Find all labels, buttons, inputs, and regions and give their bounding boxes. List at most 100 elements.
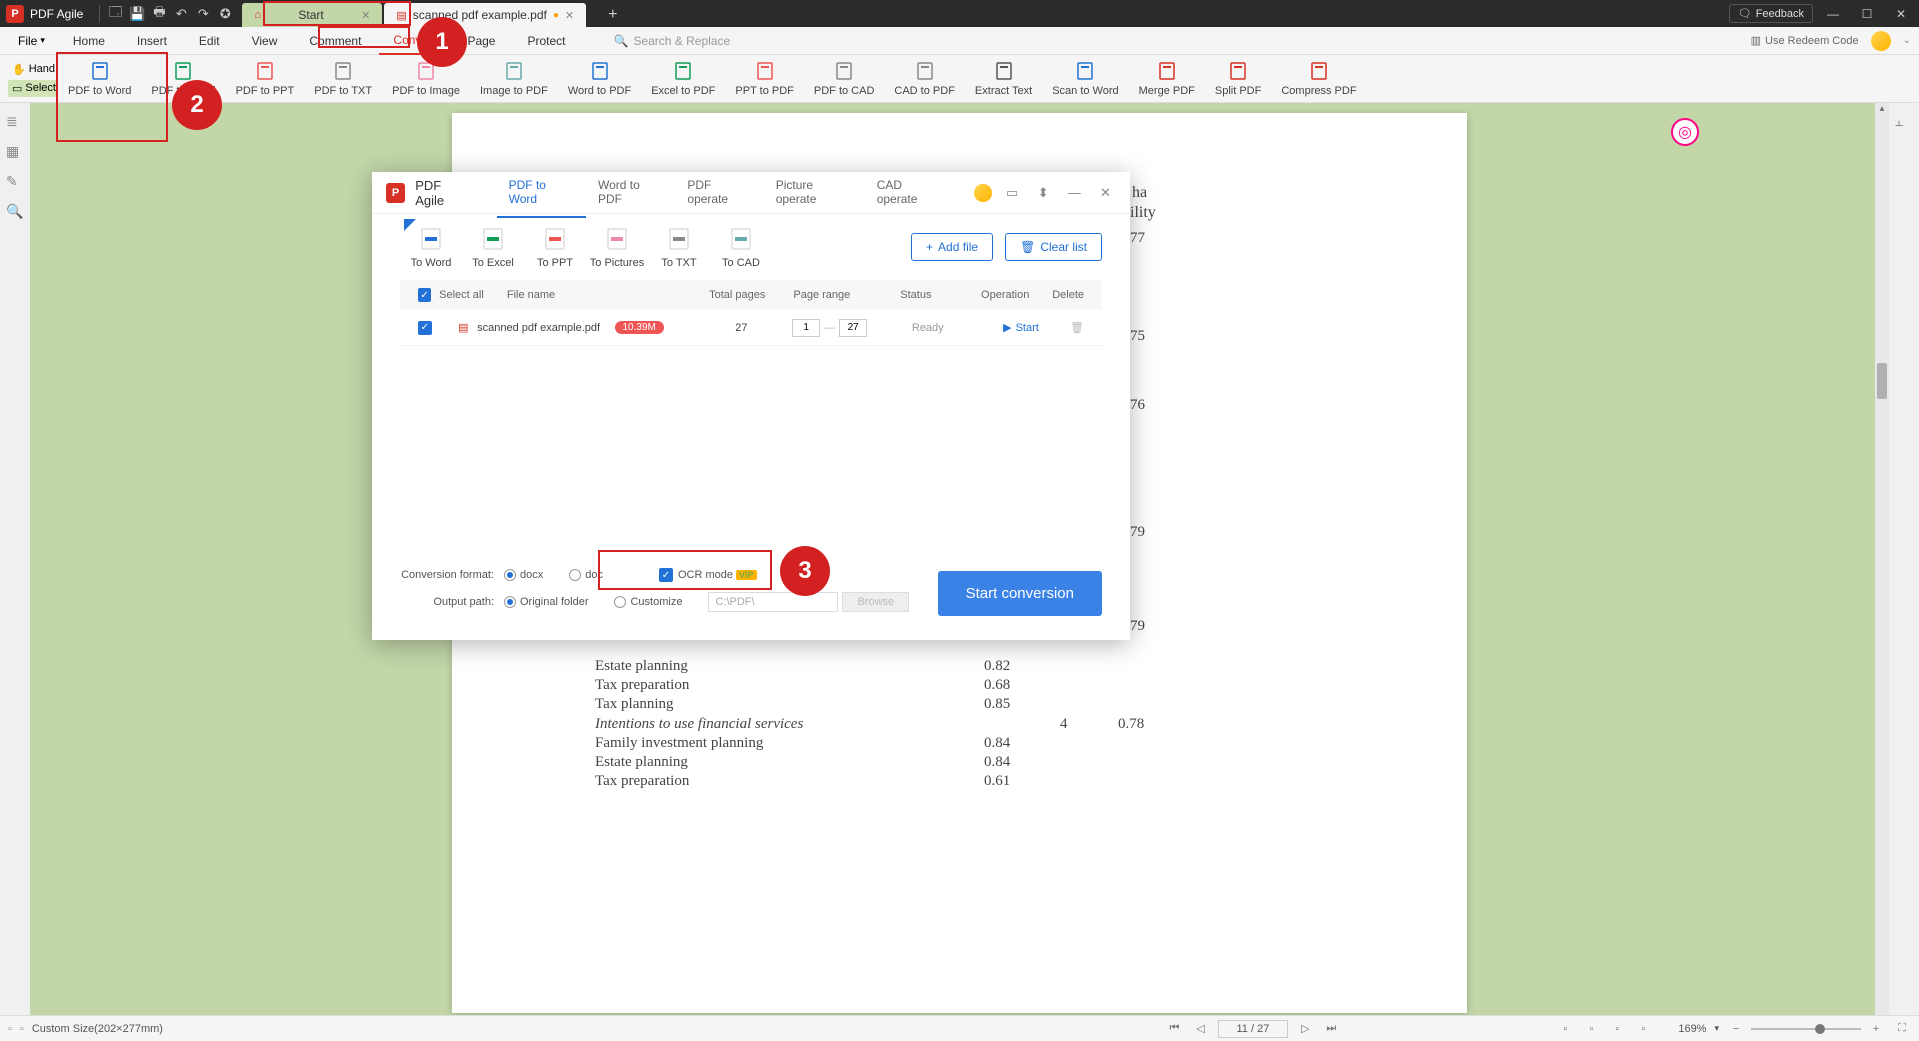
menu-view[interactable]: View [238,28,292,54]
start-conversion-button[interactable]: Start conversion [938,571,1102,616]
ribbon-pdf-to-txt[interactable]: PDF to TXT [304,58,382,99]
ribbon-split-pdf[interactable]: Split PDF [1205,58,1271,99]
clear-list-button[interactable]: 🗑Clear list [1005,233,1102,261]
prev-page-button[interactable]: ◁ [1192,1022,1210,1035]
zoom-out-button[interactable]: − [1727,1023,1745,1035]
star-icon[interactable]: ✪ [214,6,236,22]
opt-to-cad[interactable]: To CAD [710,225,772,269]
ribbon-compress-pdf[interactable]: Compress PDF [1271,58,1366,99]
next-page-button[interactable]: ▷ [1296,1022,1314,1035]
chat-icon[interactable]: ▭ [1002,185,1023,201]
ribbon-merge-pdf[interactable]: Merge PDF [1129,58,1205,99]
redeem-code-button[interactable]: ▥ Use Redeem Code [1751,34,1859,47]
document-text: 75 [1130,328,1145,345]
pin-icon[interactable]: ⬍ [1033,185,1054,201]
add-file-button[interactable]: +Add file [911,233,993,261]
view-cont-facing-icon[interactable]: ▫ [1634,1023,1652,1035]
page-to-input[interactable] [839,319,867,337]
page-from-input[interactable] [792,319,820,337]
view-single-icon[interactable]: ▫ [1556,1023,1574,1035]
floating-action-button[interactable]: ◎ [1671,118,1699,146]
close-dialog-icon[interactable]: ✕ [1095,185,1116,201]
vip-badge-icon[interactable] [974,184,991,202]
ribbon-cad-to-pdf[interactable]: CAD to PDF [884,58,965,99]
dialog-tab-pdf-to-word[interactable]: PDF to Word [497,168,586,218]
dialog-tab-word-to-pdf[interactable]: Word to PDF [586,168,675,218]
user-avatar[interactable] [1871,31,1891,51]
chevron-down-icon[interactable]: ⌄ [1903,35,1911,46]
opt-to-word[interactable]: To Word [400,225,462,269]
header-selectall[interactable]: Select all [439,289,507,301]
close-icon[interactable]: ✕ [565,9,574,22]
row-delete-button[interactable]: 🗑 [1070,321,1084,334]
feedback-button[interactable]: 🗨 Feedback [1729,4,1813,23]
ribbon-scan-to-word[interactable]: Scan to Word [1042,58,1128,99]
last-page-button[interactable]: ⏭ [1322,1022,1340,1035]
ribbon-pdf-to-ppt[interactable]: PDF to PPT [226,58,305,99]
ribbon-image-to-pdf[interactable]: Image to PDF [470,58,558,99]
new-tab-button[interactable]: + [588,3,637,27]
zoom-in-button[interactable]: + [1867,1023,1885,1035]
redo-icon[interactable]: ↷ [192,6,214,22]
ribbon-excel-to-pdf[interactable]: Excel to PDF [641,58,725,99]
ribbon-word-to-pdf[interactable]: Word to PDF [558,58,641,99]
play-icon: ▶ [1003,321,1011,334]
fullscreen-icon[interactable]: ⛶ [1893,1022,1911,1035]
path-input[interactable]: C:\PDF\ [708,592,838,612]
radio-customize[interactable]: Customize [614,596,682,608]
hand-tool[interactable]: ✋Hand [8,61,58,78]
minimize-dialog-icon[interactable]: — [1064,185,1085,200]
file-type-icon [671,60,695,82]
menu-edit[interactable]: Edit [185,28,234,54]
close-window-button[interactable]: ✕ [1887,7,1915,21]
browse-button[interactable]: Browse [842,592,909,612]
scrollbar-thumb[interactable] [1877,363,1887,399]
search-replace[interactable]: 🔍 Search & Replace [613,34,730,48]
select-tool[interactable]: ▭Select [8,80,58,97]
menu-insert[interactable]: Insert [123,28,181,54]
view-facing-icon[interactable]: ▫ [1608,1023,1626,1035]
ribbon-extract-text[interactable]: Extract Text [965,58,1042,99]
undo-icon[interactable]: ↶ [170,6,192,22]
maximize-button[interactable]: ☐ [1853,7,1881,21]
file-type-icon [725,225,757,253]
chevron-down-icon[interactable]: ▾ [1714,1023,1719,1034]
opt-to-ppt[interactable]: To PPT [524,225,586,269]
save-as-icon[interactable]: 💾 [126,6,148,22]
view-continuous-icon[interactable]: ▫ [1582,1023,1600,1035]
zoom-slider[interactable] [1751,1028,1861,1030]
comments-icon[interactable]: ✎ [6,173,24,191]
page-mode-icon[interactable]: ▫ [8,1023,12,1035]
scroll-up-icon[interactable]: ▴ [1875,103,1889,117]
page-mode2-icon[interactable]: ▫ [20,1023,24,1035]
scrollbar-track[interactable]: ▴ [1875,103,1889,1015]
tab-document[interactable]: ▤ scanned pdf example.pdf ● ✕ [384,3,586,27]
zoom-percent[interactable]: 169% [1678,1023,1706,1035]
outline-icon[interactable]: ≣ [6,113,24,131]
opt-to-txt[interactable]: To TXT [648,225,710,269]
search-panel-icon[interactable]: 🔍 [6,203,24,221]
save-icon[interactable]: 🗔 [104,3,126,25]
radio-original-folder[interactable]: Original folder [504,596,588,608]
radio-docx[interactable]: docx [504,569,543,581]
file-menu[interactable]: File ▾ [8,30,55,52]
ribbon-pdf-to-cad[interactable]: PDF to CAD [804,58,885,99]
first-page-button[interactable]: ⏮ [1166,1022,1184,1035]
properties-icon[interactable]: ⫠ [1895,113,1913,131]
page-number[interactable]: 11 / 27 [1218,1020,1289,1038]
thumbnails-icon[interactable]: ▦ [6,143,24,161]
dialog-tab-picture-operate[interactable]: Picture operate [764,168,865,218]
ribbon-pdf-to-image[interactable]: PDF to Image [382,58,470,99]
row-checkbox[interactable]: ✓ [418,321,432,335]
print-icon[interactable]: 🖶 [148,3,170,25]
opt-to-pictures[interactable]: To Pictures [586,225,648,269]
opt-to-excel[interactable]: To Excel [462,225,524,269]
dialog-tab-cad-operate[interactable]: CAD operate [865,168,955,218]
row-start-button[interactable]: ▶Start [972,321,1070,334]
minimize-button[interactable]: — [1819,7,1847,21]
dialog-tab-pdf-operate[interactable]: PDF operate [675,168,763,218]
menu-home[interactable]: Home [59,28,119,54]
select-all-checkbox[interactable]: ✓ [418,288,431,302]
ribbon-ppt-to-pdf[interactable]: PPT to PDF [725,58,803,99]
menu-protect[interactable]: Protect [513,28,579,54]
